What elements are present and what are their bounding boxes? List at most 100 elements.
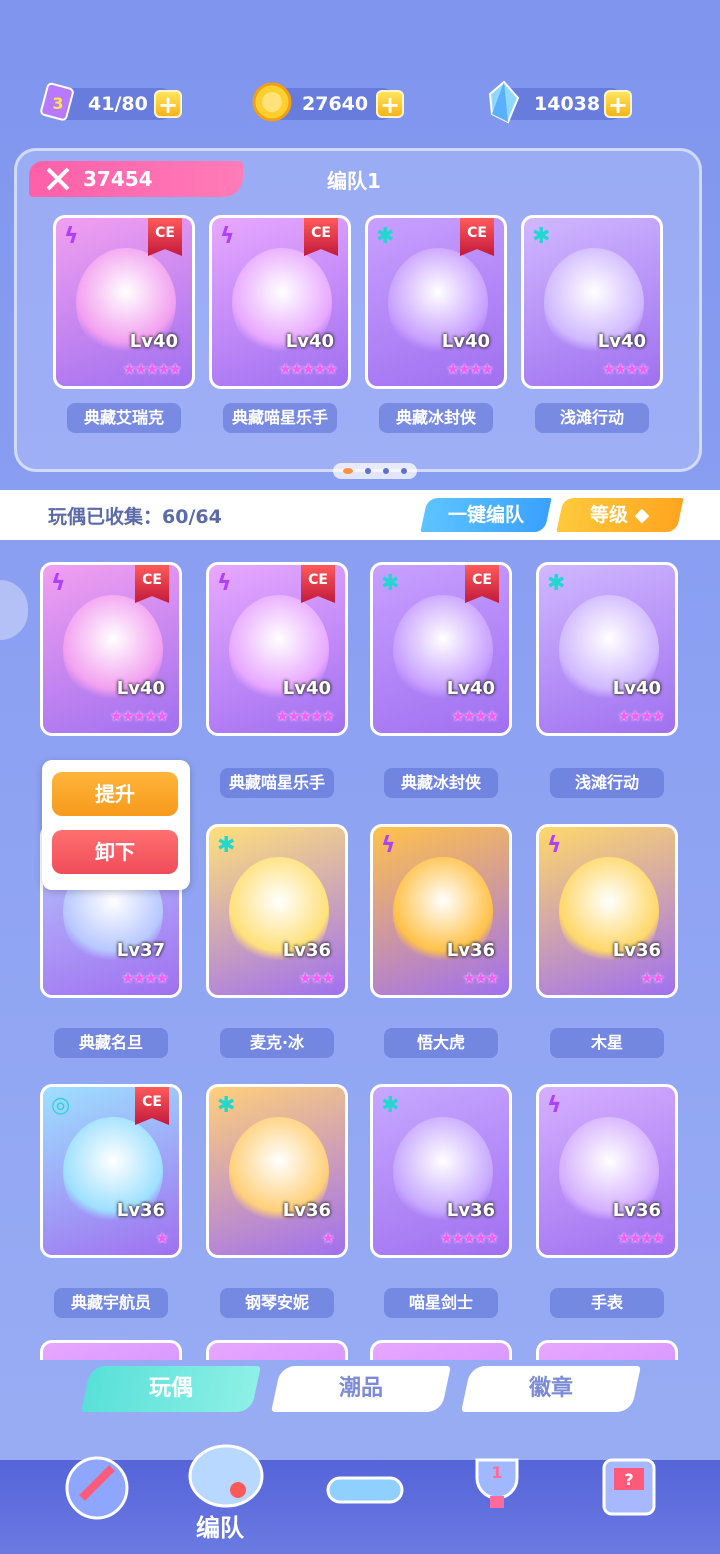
doll-card[interactable]: ϟ Lv36 ★★ [536,824,678,998]
quick-team-label: 一键编队 [447,504,524,526]
doll-level: Lv36 [282,940,331,961]
doll-level: Lv40 [285,331,334,352]
crystal-icon [488,80,520,124]
doll-card[interactable]: ✱ Lv36 ★★★★★ [370,1084,512,1258]
tab-trend-label: 潮品 [338,1376,383,1401]
ce-badge: CE [304,218,338,256]
launch-icon[interactable] [52,1438,142,1528]
team-panel: 37454 编队1 ϟ CE Lv40 ★★★★★ 典藏艾瑞克 ϟ CE Lv40 ★★★★★ 典… [14,148,702,479]
doll-name-label: 木星 [550,1028,664,1058]
doll-card[interactable]: ✱ Lv40 ★★★★ [521,215,663,389]
doll-level: Lv40 [441,331,490,352]
doll-card[interactable]: ϟ CE Lv40 ★★★★★ [206,562,348,736]
doll-stars: ★★★★★ [439,1229,499,1247]
doll-level: Lv40 [129,331,178,352]
energy-counter: 3 41/80 + [40,82,182,121]
svg-text:1: 1 [491,1463,502,1482]
element-icon: ✱ [217,1093,236,1118]
sort-level-button[interactable]: 等级 ◆ [556,498,684,532]
svg-text:3: 3 [52,94,63,113]
doll-name-label: 浅滩行动 [535,403,649,433]
doll-level: Lv40 [612,678,661,699]
quick-team-button[interactable]: 一键编队 [420,498,552,532]
svg-text:?: ? [624,1470,633,1489]
doll-level: Lv36 [282,1200,331,1221]
ce-badge: CE [460,218,494,256]
ce-badge: CE [135,1087,169,1125]
energy-icon: 3 [40,82,74,121]
doll-name-label: 钢琴安妮 [220,1288,334,1318]
team-name: 编队1 [327,169,381,193]
doll-level: Lv36 [116,1200,165,1221]
doll-name-label: 典藏喵星乐手 [223,403,337,433]
doll-stars: ★ [155,1229,170,1247]
tab-badges[interactable]: 徽章 [461,1366,641,1412]
doll-level: Lv40 [597,331,646,352]
doll-card[interactable]: ✱ Lv40 ★★★★ [536,562,678,736]
element-icon: ϟ [220,224,235,249]
team-icon[interactable] [176,1420,276,1520]
doll-stars: ★★★★ [446,360,494,378]
doll-level: Lv40 [446,678,495,699]
element-icon: ϟ [64,224,79,249]
element-icon: ✱ [217,833,236,858]
doll-stars: ★★★★ [121,969,169,987]
doll-level: Lv36 [446,940,495,961]
doll-card[interactable]: ✱ CE Lv40 ★★★★ [365,215,507,389]
doll-action-popup: 提升 卸下 [42,760,190,890]
doll-card-partial[interactable] [206,1340,348,1360]
element-icon: ϟ [51,571,66,596]
doll-level: Lv36 [446,1200,495,1221]
doll-card[interactable]: ✱ CE Lv40 ★★★★ [370,562,512,736]
doll-name-label: 典藏冰封侠 [384,768,498,798]
doll-card[interactable]: ϟ CE Lv40 ★★★★★ [209,215,351,389]
ce-badge: CE [301,565,335,603]
ce-badge: CE [465,565,499,603]
doll-card[interactable]: ϟ Lv36 ★★★ [370,824,512,998]
page-indicator [333,463,417,479]
doll-card[interactable]: ✱ Lv36 ★★★ [206,824,348,998]
doll-name-label: 浅滩行动 [550,768,664,798]
tab-dolls-label: 玩偶 [148,1376,193,1401]
sort-level-label: 等级 ◆ [590,504,650,526]
add-crystal-button[interactable]: + [604,90,632,118]
coin-counter: 27640 + [252,82,404,122]
doll-name-label: 麦克·冰 [220,1028,334,1058]
element-icon: ϟ [217,571,232,596]
add-energy-button[interactable]: + [154,90,182,118]
upgrade-button[interactable]: 提升 [52,772,178,816]
doll-stars: ★★★★★ [109,707,169,725]
unequip-button[interactable]: 卸下 [52,830,178,874]
crystal-counter: 14038 + [488,80,632,124]
doll-level: Lv40 [282,678,331,699]
doll-stars: ★★★★ [451,707,499,725]
doll-card-partial[interactable] [370,1340,512,1360]
doll-card[interactable]: ϟ CE Lv40 ★★★★★ [53,215,195,389]
add-coin-button[interactable]: + [376,90,404,118]
element-icon: ✱ [381,1093,400,1118]
trophy-icon[interactable]: 1 [452,1438,542,1528]
doll-stars: ★★★★★ [122,360,182,378]
doll-stars: ★★★★ [617,1229,665,1247]
doll-name-label: 喵星剑士 [384,1288,498,1318]
nav-active-label: 编队 [196,1514,244,1542]
doll-card[interactable]: ◎ CE Lv36 ★ [40,1084,182,1258]
gamepad-icon[interactable] [320,1438,410,1528]
tab-trend[interactable]: 潮品 [271,1366,451,1412]
ce-badge: CE [148,218,182,256]
element-icon: ◎ [51,1093,71,1118]
element-icon: ✱ [532,224,551,249]
collection-count: 玩偶已收集：60/64 [48,506,222,528]
doll-card[interactable]: ✱ Lv36 ★ [206,1084,348,1258]
doll-card[interactable]: ϟ CE Lv40 ★★★★★ [40,562,182,736]
doll-stars: ★★★★ [602,360,650,378]
doll-name-label: 典藏喵星乐手 [220,768,334,798]
coin-icon [252,82,292,122]
doll-card-partial[interactable] [40,1340,182,1360]
doll-card[interactable]: ϟ Lv36 ★★★★ [536,1084,678,1258]
doll-card-partial[interactable] [536,1340,678,1360]
element-icon: ✱ [376,224,395,249]
tab-dolls[interactable]: 玩偶 [81,1366,261,1412]
shop-icon[interactable]: ? [584,1438,674,1528]
element-icon: ϟ [547,1093,562,1118]
